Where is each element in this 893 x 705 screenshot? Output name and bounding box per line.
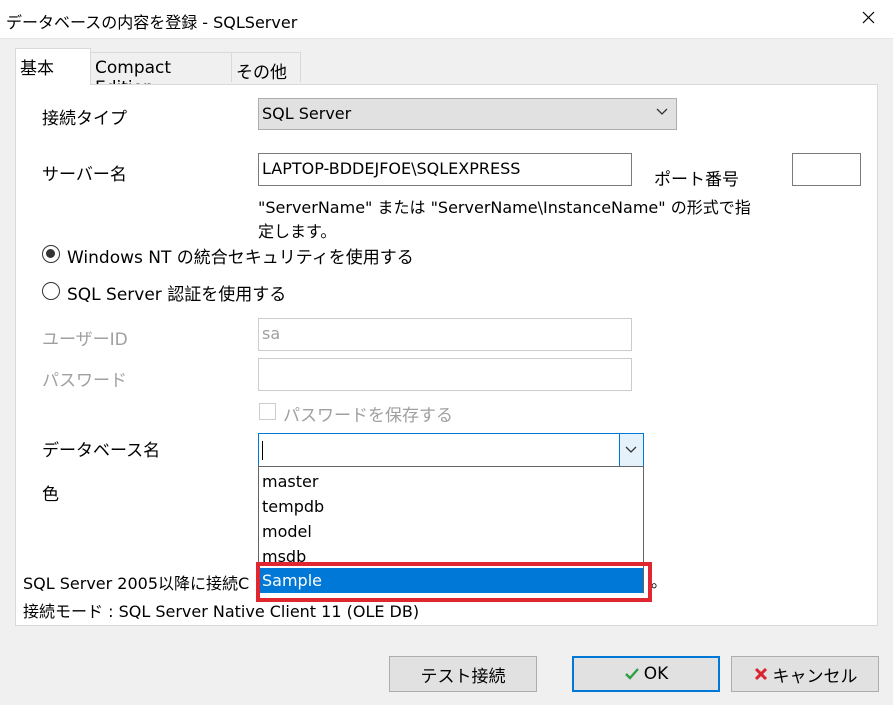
ok-label: OK: [643, 664, 669, 684]
chevron-down-icon: [625, 446, 637, 453]
user-id-input[interactable]: sa: [258, 318, 632, 351]
cancel-label: キャンセル: [772, 666, 858, 687]
color-label: 色: [42, 485, 59, 505]
server-name-label: サーバー名: [42, 165, 127, 185]
connection-type-label: 接続タイプ: [42, 109, 127, 129]
auth-windows-radio[interactable]: [42, 245, 60, 263]
server-hint-line1: "ServerName" または "ServerName\InstanceNam…: [258, 198, 751, 217]
save-password-label[interactable]: パスワードを保存する: [283, 401, 453, 426]
chevron-down-icon: [656, 108, 668, 115]
close-icon[interactable]: [853, 3, 883, 33]
user-id-label: ユーザーID: [42, 330, 128, 350]
database-option-model[interactable]: model: [259, 519, 643, 544]
server-name-value: LAPTOP-BDDEJFOE\SQLEXPRESS: [262, 159, 521, 178]
auth-windows-label[interactable]: Windows NT の統合セキュリティを使用する: [67, 243, 414, 268]
auth-sql-radio[interactable]: [42, 282, 60, 300]
database-name-label: データベース名: [42, 441, 161, 461]
user-id-value: sa: [262, 324, 281, 343]
text-caret: [262, 441, 263, 460]
tab-other[interactable]: その他: [231, 52, 301, 83]
tab-basic-label: 基本: [20, 59, 54, 79]
tab-basic[interactable]: 基本: [15, 48, 91, 85]
tab-other-label: その他: [236, 63, 287, 83]
server-name-input[interactable]: LAPTOP-BDDEJFOE\SQLEXPRESS: [258, 153, 632, 186]
password-input[interactable]: [258, 358, 632, 391]
cancel-x-icon: [754, 667, 767, 681]
cancel-button[interactable]: キャンセル: [731, 656, 879, 692]
port-input[interactable]: [792, 153, 861, 186]
tab-compact-edition[interactable]: Compact Edition: [90, 52, 232, 98]
database-name-combobox[interactable]: [258, 433, 644, 467]
info-line1: SQL Server 2005以降に接続C: [23, 574, 250, 593]
database-option-tempdb[interactable]: tempdb: [259, 494, 643, 519]
database-dropdown-button[interactable]: [619, 434, 643, 466]
test-connection-label: テスト接続: [420, 666, 506, 687]
connection-type-value: SQL Server: [262, 104, 352, 123]
title-bar: データベースの内容を登録 - SQLServer: [0, 0, 893, 39]
radio-selected-dot: [46, 249, 55, 258]
port-label: ポート番号: [654, 170, 739, 190]
info-line1-tail: 。: [651, 572, 668, 591]
window-title: データベースの内容を登録 - SQLServer: [6, 13, 298, 32]
checkmark-icon: [624, 668, 639, 680]
password-label: パスワード: [42, 371, 127, 391]
auth-sql-label[interactable]: SQL Server 認証を使用する: [67, 280, 286, 305]
server-hint-line2: 定します。: [258, 222, 337, 241]
database-option-master[interactable]: master: [259, 469, 643, 494]
annotation-highlight-box: [256, 562, 652, 602]
ok-button[interactable]: OK: [572, 656, 720, 692]
save-password-checkbox[interactable]: [259, 403, 276, 420]
test-connection-button[interactable]: テスト接続: [389, 656, 537, 692]
connection-type-select[interactable]: SQL Server: [258, 98, 677, 130]
